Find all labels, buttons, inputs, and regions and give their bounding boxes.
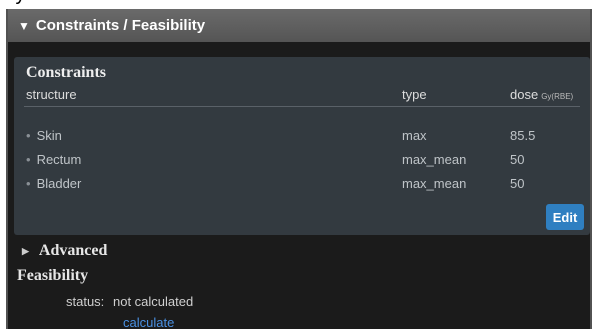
- cropped-text-above: Gy: [0, 0, 596, 5]
- structure-cell: • Rectum: [26, 152, 81, 167]
- constraints-feasibility-panel: ▼ Constraints / Feasibility Constraints …: [6, 9, 592, 330]
- dose-cell: 85.5: [510, 128, 536, 143]
- column-header-dose: dose Gy(RBE): [510, 87, 573, 102]
- expand-triangle-icon[interactable]: ▶: [22, 246, 29, 257]
- dose-label: dose: [510, 87, 539, 102]
- structure-name: Rectum: [36, 152, 82, 167]
- structure-name: Skin: [36, 128, 62, 143]
- column-header-structure: structure: [26, 87, 77, 102]
- panel-title: Constraints / Feasibility: [35, 17, 206, 34]
- collapse-triangle-icon[interactable]: ▼: [18, 19, 30, 33]
- constraints-section: Constraints structure type dose Gy(RBE) •…: [14, 57, 590, 235]
- dose-unit: Gy(RBE): [541, 92, 574, 101]
- table-row: • Skin max 85.5: [14, 128, 590, 150]
- type-cell: max: [402, 128, 427, 143]
- status-value: not calculated: [113, 294, 194, 309]
- structure-cell: • Skin: [26, 128, 62, 143]
- edit-constraints-button[interactable]: Edit: [546, 204, 584, 230]
- header-divider: [24, 106, 580, 107]
- feasibility-title: Feasibility: [17, 267, 89, 284]
- structure-name: Bladder: [36, 176, 82, 191]
- bullet-icon: •: [26, 152, 31, 167]
- type-cell: max_mean: [402, 176, 467, 191]
- constraints-title: Constraints: [26, 64, 107, 81]
- dose-cell: 50: [510, 176, 525, 191]
- calculate-link[interactable]: calculate: [123, 315, 174, 330]
- advanced-toggle[interactable]: ▶ Advanced: [22, 242, 107, 260]
- status-label: status:: [66, 294, 105, 309]
- structure-cell: • Bladder: [26, 176, 81, 191]
- bullet-icon: •: [26, 128, 31, 143]
- type-cell: max_mean: [402, 152, 467, 167]
- table-row: • Bladder max_mean 50: [14, 176, 590, 198]
- dose-cell: 50: [510, 152, 525, 167]
- table-row: • Rectum max_mean 50: [14, 152, 590, 174]
- panel-header[interactable]: ▼ Constraints / Feasibility: [8, 9, 590, 42]
- column-header-type: type: [402, 87, 427, 102]
- advanced-label: Advanced: [38, 242, 108, 259]
- bullet-icon: •: [26, 176, 31, 191]
